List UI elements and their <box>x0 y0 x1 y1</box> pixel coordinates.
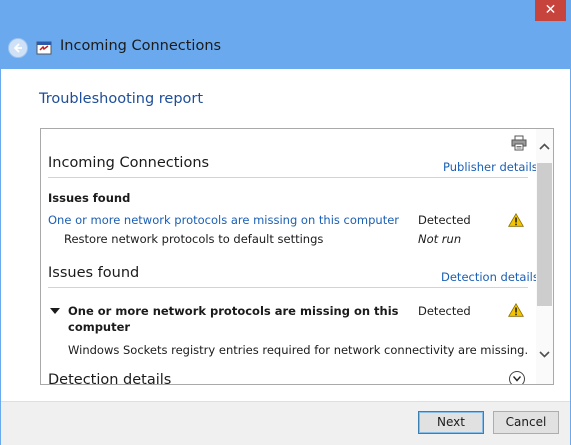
warning-icon <box>508 303 524 317</box>
report-panel: Incoming Connections Publisher details I… <box>40 128 554 385</box>
main-content: Troubleshooting report Incoming Connecti… <box>1 69 570 401</box>
scroll-up-icon[interactable] <box>539 143 550 150</box>
printer-icon[interactable] <box>511 135 527 155</box>
fix-status: Not run <box>418 232 462 246</box>
back-arrow-icon[interactable] <box>8 38 28 58</box>
detection-details-link[interactable]: Detection details <box>441 270 539 284</box>
divider <box>48 287 528 288</box>
issues-section-title: Issues found <box>48 265 140 281</box>
divider <box>48 177 528 178</box>
vertical-scrollbar[interactable] <box>536 129 553 384</box>
warning-icon <box>508 213 524 227</box>
navigation-bar: Incoming Connections <box>1 26 570 69</box>
nav-title: Incoming Connections <box>60 38 222 54</box>
scroll-thumb[interactable] <box>537 163 552 306</box>
issue-detail-status: Detected <box>418 304 471 318</box>
issue-status: Detected <box>418 213 471 227</box>
page-heading: Troubleshooting report <box>39 91 204 107</box>
next-button[interactable]: Next <box>418 411 484 434</box>
issue-detail-title-cont: computer <box>68 320 131 334</box>
report-section-title: Incoming Connections <box>48 155 210 171</box>
issue-detail-title: One or more network protocols are missin… <box>68 304 399 318</box>
detection-details-title: Detection details <box>48 372 172 385</box>
footer-bar: Next Cancel <box>1 401 570 445</box>
fix-label: Restore network protocols to default set… <box>64 232 324 246</box>
collapse-triangle-icon[interactable] <box>50 308 60 315</box>
title-bar: ✕ <box>0 0 571 26</box>
issue-detail-description: Windows Sockets registry entries require… <box>68 343 529 357</box>
close-button[interactable]: ✕ <box>535 0 566 21</box>
troubleshooter-window: ✕ Incoming Connections Troubleshooting r… <box>0 0 571 445</box>
scroll-down-icon[interactable] <box>539 351 550 358</box>
issue-link[interactable]: One or more network protocols are missin… <box>48 213 399 227</box>
expand-icon[interactable] <box>509 371 525 384</box>
cancel-button[interactable]: Cancel <box>493 411 559 434</box>
publisher-details-link[interactable]: Publisher details <box>443 160 538 174</box>
troubleshooter-icon <box>36 40 52 55</box>
issues-summary-title: Issues found <box>48 191 131 205</box>
